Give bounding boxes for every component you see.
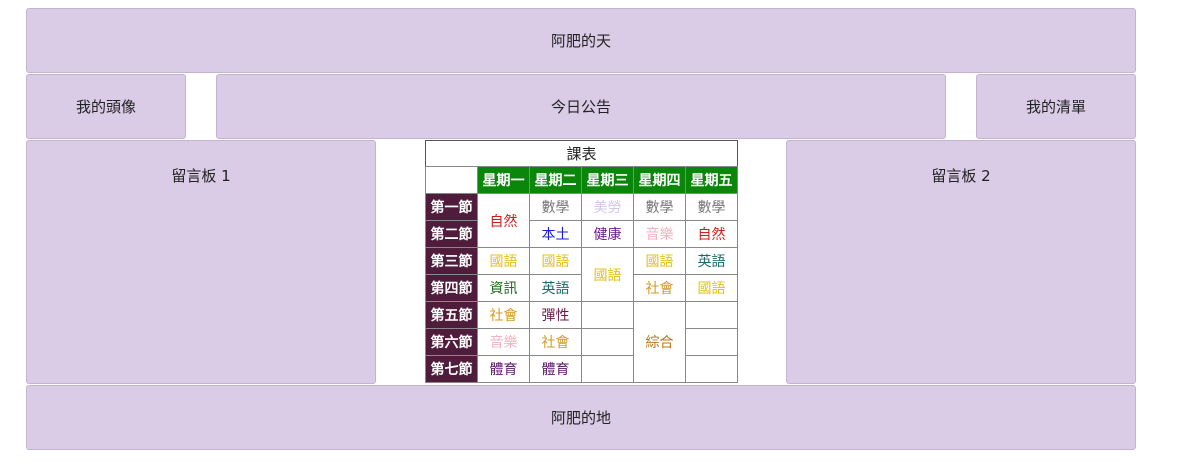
avatar-label: 我的頭像 [75, 98, 136, 116]
schedule-row: 第五節 社會 彈性 綜合 [425, 301, 738, 383]
schedule-cell: 國語 [529, 247, 582, 275]
avatar-panel[interactable]: 我的頭像 [26, 74, 186, 139]
schedule-cell: 國語 [685, 274, 738, 302]
page-footer: 阿肥的地 [26, 385, 1136, 450]
schedule-row: 第一節 自然 數學 美勞 數學 數學 [425, 193, 738, 248]
schedule-cell: 彈性 [529, 301, 582, 329]
period-header: 第四節 [425, 274, 478, 302]
message-board-1-label: 留言板 1 [171, 167, 231, 185]
day-header: 星期一 [477, 166, 530, 194]
period-header: 第三節 [425, 247, 478, 275]
schedule-cell-empty [685, 301, 738, 329]
schedule-cell: 英語 [685, 247, 738, 275]
schedule-cell: 社會 [529, 328, 582, 356]
schedule-cell: 數學 [685, 193, 738, 221]
schedule-cell: 國語 [581, 247, 634, 302]
message-board-1[interactable]: 留言板 1 [26, 140, 376, 384]
period-header: 第五節 [425, 301, 478, 329]
schedule-cell: 社會 [477, 301, 530, 329]
page-header: 阿肥的天 [26, 8, 1136, 73]
schedule-cell: 自然 [685, 220, 738, 248]
footer-title: 阿肥的地 [550, 409, 611, 427]
schedule-cell-empty [581, 355, 634, 383]
message-board-2[interactable]: 留言板 2 [786, 140, 1136, 384]
schedule-cell: 資訊 [477, 274, 530, 302]
schedule-row: 第六節 音樂 社會 [425, 328, 738, 356]
schedule-cell: 國語 [477, 247, 530, 275]
period-header: 第二節 [425, 220, 478, 248]
schedule-cell: 自然 [477, 193, 530, 248]
schedule-cell-empty [581, 328, 634, 356]
period-header: 第一節 [425, 193, 478, 221]
schedule-cell: 數學 [529, 193, 582, 221]
schedule-cell-empty [581, 301, 634, 329]
my-list-panel[interactable]: 我的清單 [976, 74, 1136, 139]
schedule-cell: 國語 [633, 247, 686, 275]
announcement-label: 今日公告 [550, 98, 611, 116]
schedule-caption: 課表 [425, 140, 738, 166]
schedule-cell: 綜合 [633, 301, 686, 383]
schedule-cell-empty [685, 355, 738, 383]
period-header: 第七節 [425, 355, 478, 383]
schedule-cell: 體育 [477, 355, 530, 383]
schedule-cell: 音樂 [477, 328, 530, 356]
my-list-label: 我的清單 [1025, 98, 1086, 116]
header-title: 阿肥的天 [550, 32, 611, 50]
day-header: 星期二 [529, 166, 582, 194]
schedule-cell: 社會 [633, 274, 686, 302]
schedule-cell: 數學 [633, 193, 686, 221]
schedule-row: 第七節 體育 體育 [425, 355, 738, 383]
schedule-cell: 健康 [581, 220, 634, 248]
day-header: 星期三 [581, 166, 634, 194]
schedule-cell: 美勞 [581, 193, 634, 221]
period-header: 第六節 [425, 328, 478, 356]
schedule-cell: 音樂 [633, 220, 686, 248]
schedule-header-row: 星期一 星期二 星期三 星期四 星期五 [425, 166, 738, 194]
schedule-cell: 體育 [529, 355, 582, 383]
schedule-row: 第二節 本土 健康 音樂 自然 [425, 220, 738, 248]
announcement-panel[interactable]: 今日公告 [216, 74, 946, 139]
class-schedule-table: 課表 星期一 星期二 星期三 星期四 星期五 第一節 自然 數學 美勞 數學 數… [425, 140, 738, 383]
schedule-cell: 英語 [529, 274, 582, 302]
schedule-corner-cell [425, 166, 478, 194]
schedule-cell: 本土 [529, 220, 582, 248]
day-header: 星期五 [685, 166, 738, 194]
day-header: 星期四 [633, 166, 686, 194]
schedule-row: 第三節 國語 國語 國語 國語 英語 [425, 247, 738, 302]
schedule-cell-empty [685, 328, 738, 356]
message-board-2-label: 留言板 2 [931, 167, 991, 185]
